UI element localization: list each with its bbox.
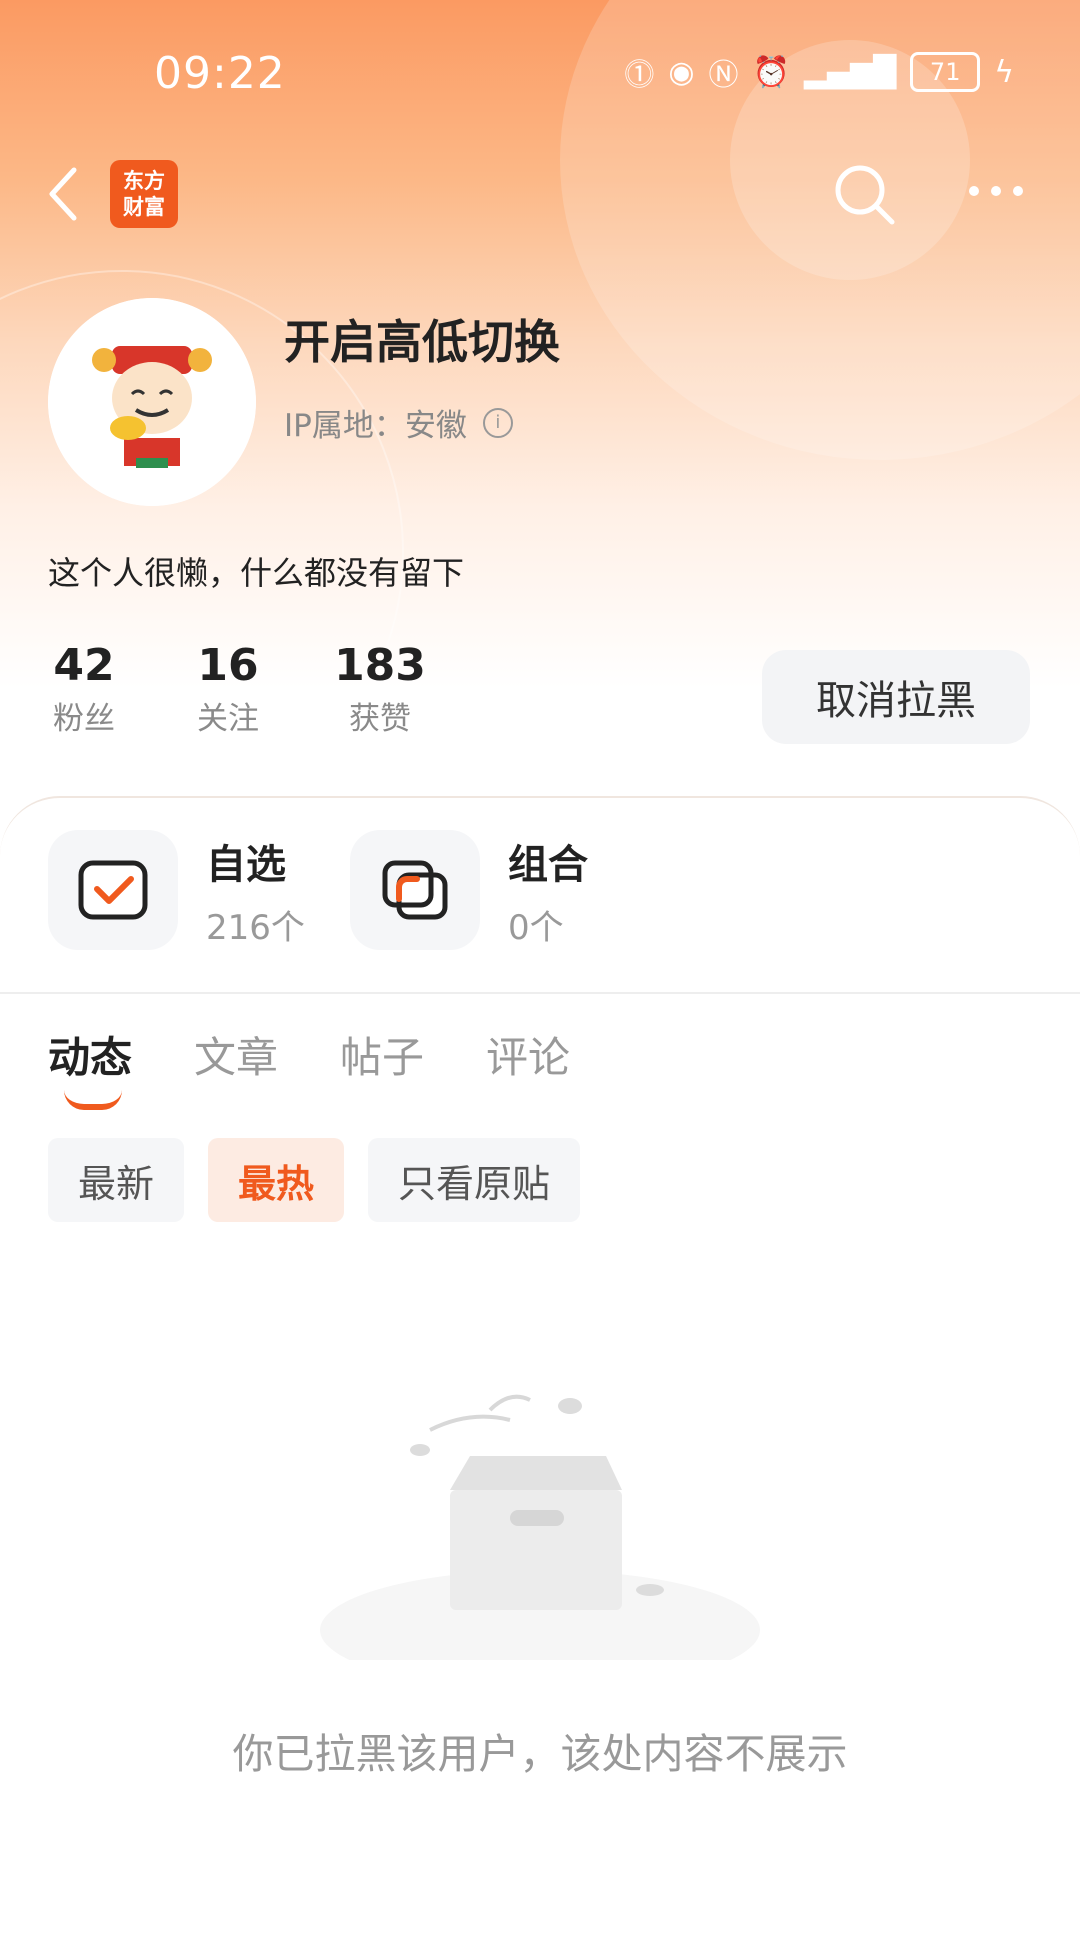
nfc-icon: Ⓝ [708, 58, 739, 93]
hd-call-icon: ⓵ [624, 58, 655, 93]
battery-icon: 71 [910, 52, 981, 92]
god-of-wealth-avatar-icon [48, 298, 256, 506]
stat-followers[interactable]: 42 粉丝 [24, 640, 144, 738]
more-button[interactable] [966, 176, 1026, 206]
portfolio-icon-box [350, 830, 480, 950]
stat-label: 粉丝 [53, 701, 115, 737]
alarm-icon: ⏰ [752, 54, 790, 90]
tab-activity[interactable]: 动态 [48, 1024, 133, 1110]
checkbox-icon [78, 860, 148, 920]
empty-box-illustration [320, 1380, 760, 1690]
watchlist-icon-box [48, 830, 178, 950]
tab-posts[interactable]: 帖子 [340, 1024, 424, 1085]
app-logo[interactable]: 东方 财富 [110, 160, 178, 228]
stat-value: 183 [334, 640, 426, 691]
filter-hottest[interactable]: 最热 [208, 1138, 345, 1222]
empty-box-icon [320, 1394, 760, 1690]
tab-label: 评论 [486, 1033, 571, 1082]
battery-level: 71 [929, 58, 961, 86]
logo-text-line1: 东方 [123, 169, 165, 193]
chevron-left-icon [49, 167, 77, 221]
portfolio-entry[interactable]: 组合 0个 [350, 830, 588, 950]
portfolio-title: 组合 [508, 841, 588, 888]
search-button[interactable] [830, 160, 900, 230]
filter-original-only[interactable]: 只看原贴 [368, 1138, 581, 1222]
charging-icon: ϟ [994, 54, 1014, 90]
filter-latest[interactable]: 最新 [48, 1138, 185, 1222]
profile-bio: 这个人很懒，什么都没有留下 [48, 554, 465, 592]
unblock-button[interactable]: 取消拉黑 [762, 650, 1030, 744]
back-button[interactable] [44, 164, 84, 224]
avatar[interactable] [48, 298, 256, 506]
watchlist-entry[interactable]: 自选 216个 [48, 830, 305, 950]
watchlist-title: 自选 [206, 841, 286, 888]
watchlist-count: 216个 [206, 907, 305, 948]
profile-name: 开启高低切换 [284, 315, 560, 369]
status-time: 09:22 [154, 48, 286, 99]
tab-comments[interactable]: 评论 [486, 1024, 570, 1085]
stat-label: 关注 [197, 701, 259, 737]
info-icon[interactable]: i [482, 407, 513, 438]
logo-text-line2: 财富 [123, 195, 165, 219]
stat-value: 16 [197, 640, 259, 691]
ip-location-label: IP属地：安徽 [284, 408, 467, 444]
more-dots-icon [969, 186, 1023, 196]
tab-label: 动态 [48, 1033, 133, 1082]
tab-articles[interactable]: 文章 [194, 1024, 278, 1085]
ip-location: IP属地：安徽 i [284, 400, 513, 445]
stat-following[interactable]: 16 关注 [168, 640, 288, 738]
content-tabs: 动态 文章 帖子 评论 [48, 1024, 570, 1110]
stat-label: 获赞 [349, 701, 411, 737]
signal-icon: ▂▄▆█ [803, 54, 897, 90]
filter-chips: 最新 最热 只看原贴 [48, 1138, 581, 1222]
empty-message: 你已拉黑该用户，该处内容不展示 [232, 1730, 848, 1778]
stat-likes[interactable]: 183 获赞 [320, 640, 440, 738]
portfolio-icon [382, 860, 448, 920]
portfolio-count: 0个 [508, 907, 564, 948]
section-divider [0, 992, 1080, 994]
stat-value: 42 [53, 640, 115, 691]
status-bar: 09:22 ⓵ ◉ Ⓝ ⏰ ▂▄▆█ 71 ϟ [0, 44, 1080, 104]
tab-label: 文章 [194, 1033, 279, 1082]
eye-icon: ◉ [668, 54, 695, 90]
status-icons: ⓵ ◉ Ⓝ ⏰ ▂▄▆█ 71 ϟ [624, 50, 1014, 94]
search-icon [835, 165, 895, 225]
tab-label: 帖子 [340, 1033, 425, 1082]
